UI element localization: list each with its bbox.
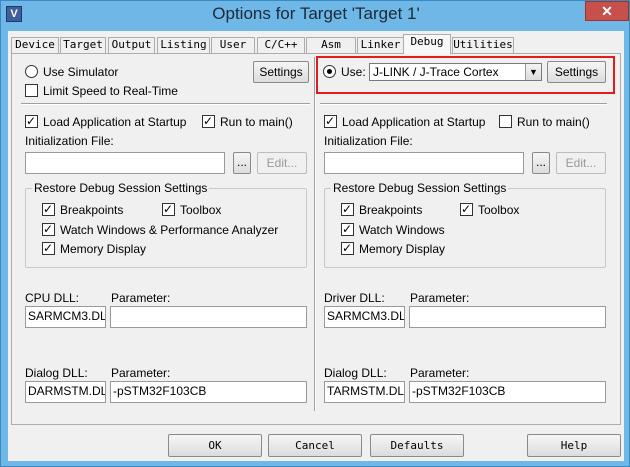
left-breakpoints-checkbox[interactable] [42,202,55,216]
limit-speed-checkbox[interactable] [25,84,38,97]
right-watch-windows-label: Watch Windows [359,223,445,237]
right-dialog-param-field[interactable]: -pSTM32F103CB [409,381,606,403]
right-init-file-label: Initialization File: [324,134,413,148]
help-button[interactable]: Help [527,434,621,457]
title-bar[interactable]: V Options for Target 'Target 1' ✕ [1,1,630,29]
right-dialog-param-label: Parameter: [410,366,470,380]
tab-debug[interactable]: Debug [403,34,451,54]
simulator-settings-button[interactable]: Settings [253,61,309,83]
tab-cpp[interactable]: C/C++ [257,37,305,53]
left-edit-button[interactable]: Edit... [257,152,307,174]
driver-dll-label: Driver DLL: [324,291,385,305]
left-init-file-label: Initialization File: [25,134,114,148]
tab-linker[interactable]: Linker [357,37,404,53]
tab-output[interactable]: Output [108,37,155,53]
right-separator [320,103,607,105]
cpu-param-label: Parameter: [111,291,171,305]
debugger-settings-button[interactable]: Settings [547,61,606,83]
left-restore-title: Restore Debug Session Settings [32,181,210,195]
right-toolbox-checkbox[interactable] [460,202,473,216]
driver-param-label: Parameter: [410,291,470,305]
cpu-dll-label: CPU DLL: [25,291,80,305]
chevron-down-icon[interactable]: ▼ [525,64,541,80]
close-button[interactable]: ✕ [585,1,629,21]
tab-utilities[interactable]: Utilities [452,37,514,53]
left-watch-windows-checkbox[interactable] [42,222,55,236]
left-dialog-param-field[interactable]: -pSTM32F103CB [110,381,307,403]
right-browse-button[interactable]: ... [532,152,550,174]
right-init-file-input[interactable] [324,152,524,174]
defaults-button[interactable]: Defaults [370,434,464,457]
left-run-to-main-checkbox[interactable] [202,114,215,128]
left-dialog-dll-label: Dialog DLL: [25,366,88,380]
left-run-to-main-label: Run to main() [220,115,293,129]
right-restore-title: Restore Debug Session Settings [331,181,509,195]
tab-asm[interactable]: Asm [306,37,356,53]
left-breakpoints-label: Breakpoints [60,203,124,217]
tab-listing[interactable]: Listing [157,37,210,53]
right-load-app-label: Load Application at Startup [342,115,486,129]
left-dialog-param-label: Parameter: [111,366,171,380]
tab-device[interactable]: Device [11,37,59,53]
window-title: Options for Target 'Target 1' [212,4,420,23]
left-watch-windows-label: Watch Windows & Performance Analyzer [60,223,279,237]
cancel-button[interactable]: Cancel [268,434,362,457]
limit-speed-label: Limit Speed to Real-Time [43,84,178,98]
vertical-divider [314,57,316,411]
left-init-file-input[interactable] [25,152,225,174]
left-browse-button[interactable]: ... [233,152,251,174]
cpu-param-field[interactable] [110,306,307,328]
right-breakpoints-label: Breakpoints [359,203,423,217]
left-load-app-checkbox[interactable] [25,114,38,128]
right-edit-button[interactable]: Edit... [556,152,606,174]
driver-param-field[interactable] [409,306,606,328]
left-memory-display-label: Memory Display [60,242,147,256]
left-toolbox-label: Toolbox [180,203,222,217]
use-debugger-label: Use: [341,65,366,79]
options-window: V Options for Target 'Target 1' ✕ Device… [0,0,630,467]
debugger-driver-value: J-LINK / J-Trace Cortex [373,65,499,79]
left-memory-display-checkbox[interactable] [42,241,55,255]
right-memory-display-checkbox[interactable] [341,241,354,255]
right-run-to-main-checkbox[interactable] [499,115,512,128]
tab-user[interactable]: User [211,37,255,53]
cpu-dll-field[interactable]: SARMCM3.DLL [25,306,106,328]
left-toolbox-checkbox[interactable] [162,202,175,216]
right-watch-windows-checkbox[interactable] [341,222,354,236]
use-simulator-label: Use Simulator [43,65,119,79]
use-simulator-radio[interactable] [25,65,38,78]
right-dialog-dll-field[interactable]: TARMSTM.DLL [324,381,405,403]
tab-target[interactable]: Target [60,37,106,53]
right-breakpoints-checkbox[interactable] [341,202,354,216]
right-toolbox-label: Toolbox [478,203,520,217]
use-debugger-radio[interactable] [323,65,336,78]
right-memory-display-label: Memory Display [359,242,446,256]
left-separator [21,103,310,105]
left-load-app-label: Load Application at Startup [43,115,187,129]
driver-dll-field[interactable]: SARMCM3.DLL [324,306,405,328]
right-dialog-dll-label: Dialog DLL: [324,366,387,380]
left-dialog-dll-field[interactable]: DARMSTM.DLL [25,381,106,403]
right-load-app-checkbox[interactable] [324,114,337,128]
ok-button[interactable]: OK [168,434,262,457]
right-run-to-main-label: Run to main() [517,115,590,129]
debugger-driver-select[interactable]: J-LINK / J-Trace Cortex ▼ [369,63,542,81]
